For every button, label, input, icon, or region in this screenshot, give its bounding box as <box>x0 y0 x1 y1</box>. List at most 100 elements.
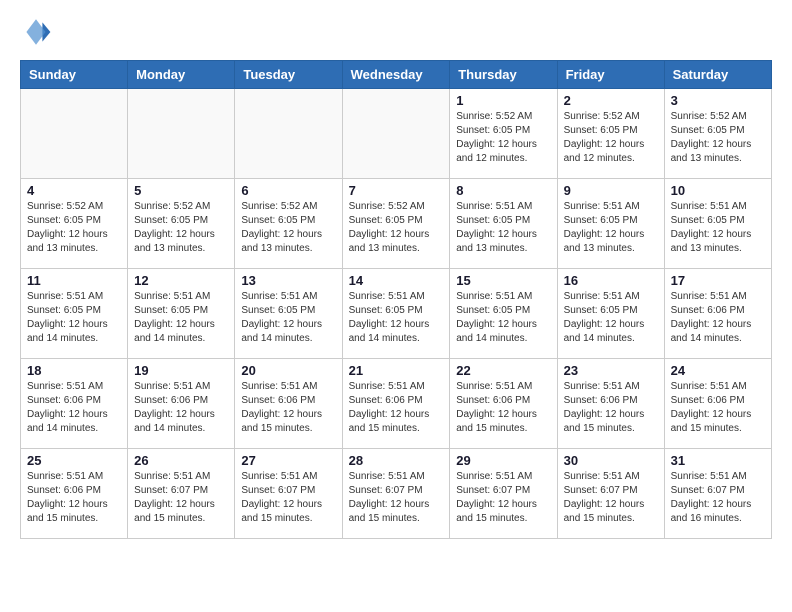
day-number: 17 <box>671 273 765 288</box>
day-info: Sunrise: 5:51 AM Sunset: 6:06 PM Dayligh… <box>241 380 335 436</box>
day-info: Sunrise: 5:51 AM Sunset: 6:07 PM Dayligh… <box>241 470 335 526</box>
day-number: 13 <box>241 273 335 288</box>
day-info: Sunrise: 5:51 AM Sunset: 6:06 PM Dayligh… <box>456 380 550 436</box>
weekday-header-row: SundayMondayTuesdayWednesdayThursdayFrid… <box>21 61 772 89</box>
day-number: 8 <box>456 183 550 198</box>
day-number: 12 <box>134 273 228 288</box>
day-number: 31 <box>671 453 765 468</box>
day-info: Sunrise: 5:51 AM Sunset: 6:06 PM Dayligh… <box>564 380 658 436</box>
page: SundayMondayTuesdayWednesdayThursdayFrid… <box>0 0 792 559</box>
day-number: 25 <box>27 453 121 468</box>
day-number: 10 <box>671 183 765 198</box>
day-info: Sunrise: 5:52 AM Sunset: 6:05 PM Dayligh… <box>349 200 444 256</box>
day-info: Sunrise: 5:52 AM Sunset: 6:05 PM Dayligh… <box>456 110 550 166</box>
day-cell-25: 25 Sunrise: 5:51 AM Sunset: 6:06 PM Dayli… <box>21 449 128 539</box>
day-cell-15: 15Sunrise: 5:51 AM Sunset: 6:05 PM Dayli… <box>450 269 557 359</box>
day-number: 7 <box>349 183 444 198</box>
day-number: 9 <box>564 183 658 198</box>
day-cell-22: 22 Sunrise: 5:51 AM Sunset: 6:06 PM Dayli… <box>450 359 557 449</box>
day-info: Sunrise: 5:51 AM Sunset: 6:05 PM Dayligh… <box>27 290 121 346</box>
day-number: 18 <box>27 363 121 378</box>
week-row-5: 25 Sunrise: 5:51 AM Sunset: 6:06 PM Dayli… <box>21 449 772 539</box>
empty-cell <box>21 89 128 179</box>
day-number: 30 <box>564 453 658 468</box>
day-number: 1 <box>456 93 550 108</box>
day-cell-6: 6 Sunrise: 5:52 AM Sunset: 6:05 PM Daylig… <box>235 179 342 269</box>
day-cell-30: 30 Sunrise: 5:51 AM Sunset: 6:07 PM Dayli… <box>557 449 664 539</box>
day-info: Sunrise: 5:51 AM Sunset: 6:06 PM Dayligh… <box>27 470 121 526</box>
week-row-3: 11 Sunrise: 5:51 AM Sunset: 6:05 PM Dayli… <box>21 269 772 359</box>
weekday-thursday: Thursday <box>450 61 557 89</box>
day-number: 27 <box>241 453 335 468</box>
day-cell-28: 28 Sunrise: 5:51 AM Sunset: 6:07 PM Dayli… <box>342 449 450 539</box>
day-info: Sunrise: 5:51 AM Sunset: 6:06 PM Dayligh… <box>349 380 444 436</box>
day-cell-21: 21Sunrise: 5:51 AM Sunset: 6:06 PM Dayli… <box>342 359 450 449</box>
day-info: Sunrise: 5:51 AM Sunset: 6:05 PM Dayligh… <box>456 200 550 256</box>
day-cell-2: 2 Sunrise: 5:52 AM Sunset: 6:05 PM Daylig… <box>557 89 664 179</box>
day-number: 5 <box>134 183 228 198</box>
day-info: Sunrise: 5:52 AM Sunset: 6:05 PM Dayligh… <box>564 110 658 166</box>
logo <box>20 16 56 48</box>
day-number: 14 <box>349 273 444 288</box>
day-info: Sunrise: 5:51 AM Sunset: 6:06 PM Dayligh… <box>27 380 121 436</box>
day-cell-12: 12Sunrise: 5:51 AM Sunset: 6:05 PM Dayli… <box>128 269 235 359</box>
day-cell-5: 5 Sunrise: 5:52 AM Sunset: 6:05 PM Daylig… <box>128 179 235 269</box>
weekday-monday: Monday <box>128 61 235 89</box>
day-info: Sunrise: 5:51 AM Sunset: 6:05 PM Dayligh… <box>564 200 658 256</box>
weekday-tuesday: Tuesday <box>235 61 342 89</box>
day-cell-10: 10 Sunrise: 5:51 AM Sunset: 6:05 PM Dayli… <box>664 179 771 269</box>
day-number: 23 <box>564 363 658 378</box>
day-number: 11 <box>27 273 121 288</box>
day-number: 19 <box>134 363 228 378</box>
day-number: 4 <box>27 183 121 198</box>
weekday-saturday: Saturday <box>664 61 771 89</box>
day-cell-9: 9 Sunrise: 5:51 AM Sunset: 6:05 PM Daylig… <box>557 179 664 269</box>
day-number: 15 <box>456 273 550 288</box>
logo-icon <box>20 16 52 48</box>
day-info: Sunrise: 5:51 AM Sunset: 6:07 PM Dayligh… <box>671 470 765 526</box>
day-number: 16 <box>564 273 658 288</box>
day-cell-7: 7 Sunrise: 5:52 AM Sunset: 6:05 PM Daylig… <box>342 179 450 269</box>
day-cell-1: 1 Sunrise: 5:52 AM Sunset: 6:05 PM Daylig… <box>450 89 557 179</box>
empty-cell <box>128 89 235 179</box>
day-cell-4: 4 Sunrise: 5:52 AM Sunset: 6:05 PM Daylig… <box>21 179 128 269</box>
day-info: Sunrise: 5:51 AM Sunset: 6:07 PM Dayligh… <box>349 470 444 526</box>
day-number: 28 <box>349 453 444 468</box>
day-cell-3: 3 Sunrise: 5:52 AM Sunset: 6:05 PM Daylig… <box>664 89 771 179</box>
day-cell-31: 31 Sunrise: 5:51 AM Sunset: 6:07 PM Dayli… <box>664 449 771 539</box>
day-cell-18: 18 Sunrise: 5:51 AM Sunset: 6:06 PM Dayli… <box>21 359 128 449</box>
day-info: Sunrise: 5:51 AM Sunset: 6:05 PM Dayligh… <box>564 290 658 346</box>
week-row-1: 1 Sunrise: 5:52 AM Sunset: 6:05 PM Daylig… <box>21 89 772 179</box>
day-number: 22 <box>456 363 550 378</box>
day-number: 20 <box>241 363 335 378</box>
day-info: Sunrise: 5:51 AM Sunset: 6:06 PM Dayligh… <box>671 380 765 436</box>
day-info: Sunrise: 5:52 AM Sunset: 6:05 PM Dayligh… <box>671 110 765 166</box>
week-row-2: 4 Sunrise: 5:52 AM Sunset: 6:05 PM Daylig… <box>21 179 772 269</box>
day-info: Sunrise: 5:51 AM Sunset: 6:05 PM Dayligh… <box>349 290 444 346</box>
day-number: 3 <box>671 93 765 108</box>
week-row-4: 18 Sunrise: 5:51 AM Sunset: 6:06 PM Dayli… <box>21 359 772 449</box>
day-info: Sunrise: 5:52 AM Sunset: 6:05 PM Dayligh… <box>241 200 335 256</box>
day-cell-16: 16 Sunrise: 5:51 AM Sunset: 6:05 PM Dayli… <box>557 269 664 359</box>
day-info: Sunrise: 5:51 AM Sunset: 6:07 PM Dayligh… <box>456 470 550 526</box>
day-number: 2 <box>564 93 658 108</box>
weekday-wednesday: Wednesday <box>342 61 450 89</box>
day-info: Sunrise: 5:51 AM Sunset: 6:05 PM Dayligh… <box>671 200 765 256</box>
day-cell-26: 26Sunrise: 5:51 AM Sunset: 6:07 PM Dayli… <box>128 449 235 539</box>
header <box>20 16 772 48</box>
day-number: 6 <box>241 183 335 198</box>
day-cell-8: 8 Sunrise: 5:51 AM Sunset: 6:05 PM Daylig… <box>450 179 557 269</box>
day-info: Sunrise: 5:51 AM Sunset: 6:06 PM Dayligh… <box>134 380 228 436</box>
day-number: 26 <box>134 453 228 468</box>
day-info: Sunrise: 5:52 AM Sunset: 6:05 PM Dayligh… <box>134 200 228 256</box>
day-info: Sunrise: 5:51 AM Sunset: 6:07 PM Dayligh… <box>564 470 658 526</box>
day-info: Sunrise: 5:52 AM Sunset: 6:05 PM Dayligh… <box>27 200 121 256</box>
day-cell-13: 13Sunrise: 5:51 AM Sunset: 6:05 PM Dayli… <box>235 269 342 359</box>
empty-cell <box>342 89 450 179</box>
day-cell-17: 17Sunrise: 5:51 AM Sunset: 6:06 PM Dayli… <box>664 269 771 359</box>
calendar-table: SundayMondayTuesdayWednesdayThursdayFrid… <box>20 60 772 539</box>
day-number: 29 <box>456 453 550 468</box>
weekday-friday: Friday <box>557 61 664 89</box>
weekday-sunday: Sunday <box>21 61 128 89</box>
day-cell-24: 24Sunrise: 5:51 AM Sunset: 6:06 PM Dayli… <box>664 359 771 449</box>
